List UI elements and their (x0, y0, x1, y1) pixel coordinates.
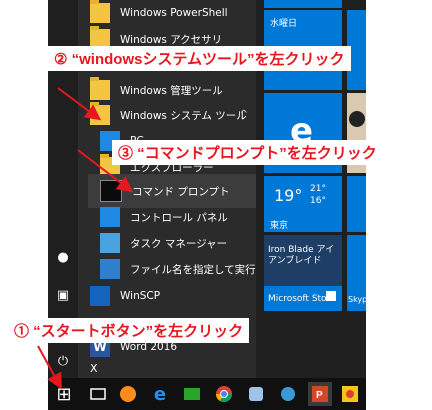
windows-logo-icon: ⊞ (56, 383, 72, 405)
mail-icon (184, 388, 200, 400)
app-item-label: コマンド プロンプト (132, 185, 230, 198)
annotation-step2: ② “windowsシステムツール”を左クリック (48, 46, 351, 71)
folder-icon (90, 102, 110, 125)
taskbar-edge[interactable]: e (148, 382, 172, 406)
taskbar-paint[interactable] (338, 382, 362, 406)
app-item-label: Windows アクセサリ (120, 33, 223, 46)
taskbar-app-3[interactable] (276, 382, 300, 406)
task-view-button[interactable] (86, 382, 110, 406)
section-letter[interactable]: X (90, 362, 98, 375)
task-manager-icon (100, 233, 120, 253)
annotation-step1: ① “スタートボタン”を左クリック (8, 318, 250, 343)
chevron-up-icon: ^ (239, 109, 248, 120)
annotation-step3: ③ “コマンドプロンプト”を左クリック (112, 140, 383, 165)
app-item-label: Windows システム ツール (120, 109, 247, 122)
news-headline: Iron Blade アイアンブレイド (268, 245, 335, 266)
weather-low: 16° (310, 196, 326, 206)
store-tile[interactable]: Microsoft Store (264, 286, 342, 311)
powerpoint-icon: P (312, 386, 328, 402)
app-icon (120, 386, 136, 402)
folder-icon (90, 77, 110, 100)
weather-high: 21° (310, 184, 326, 194)
app-item-label: コントロール パネル (130, 211, 228, 224)
power-icon[interactable]: ⏻ (55, 354, 71, 370)
app-item-label: タスク マネージャー (130, 237, 228, 250)
app-item-label: ファイル名を指定して実行 (130, 263, 256, 276)
user-icon[interactable]: ● (55, 250, 71, 266)
paint-icon (342, 386, 358, 402)
weather-temp: 19° (274, 186, 303, 205)
tile-top-partial[interactable] (264, 0, 342, 8)
winscp-icon (90, 286, 110, 306)
app-item-label: Windows PowerShell (120, 7, 228, 19)
taskbar-app-1[interactable] (116, 382, 140, 406)
app-item-winscp[interactable]: WinSCP (78, 279, 256, 313)
app-item-label: WinSCP (120, 290, 161, 302)
cmd-icon (100, 180, 122, 202)
taskbar: ⊞ e P (48, 378, 366, 410)
weather-tile[interactable]: 19° 21° 16° 東京 (264, 176, 342, 232)
chrome-icon (215, 386, 233, 403)
pictures-icon[interactable]: ▣ (55, 288, 71, 304)
taskbar-powerpoint[interactable]: P (308, 382, 332, 406)
run-icon (100, 259, 120, 279)
folder-icon (90, 0, 110, 23)
task-view-icon (90, 388, 106, 400)
store-bag-icon (326, 291, 336, 301)
taskbar-mail[interactable] (180, 382, 204, 406)
edge-icon: e (153, 383, 167, 405)
app-icon (249, 387, 263, 401)
taskbar-app-2[interactable] (244, 382, 268, 406)
app-item-label: Windows 管理ツール (120, 84, 223, 97)
tile-right-2[interactable] (347, 176, 366, 232)
skype-label: Skyp (348, 295, 366, 304)
photo-avatar (349, 111, 365, 127)
app-icon (281, 387, 295, 401)
weather-city: 東京 (270, 221, 289, 231)
svg-text:P: P (316, 390, 323, 401)
start-button[interactable]: ⊞ (50, 382, 78, 406)
control-panel-icon (100, 207, 120, 227)
calendar-day: 水曜日 (270, 19, 298, 29)
taskbar-chrome[interactable] (212, 382, 236, 406)
skype-tile[interactable]: Skyp (347, 235, 366, 311)
